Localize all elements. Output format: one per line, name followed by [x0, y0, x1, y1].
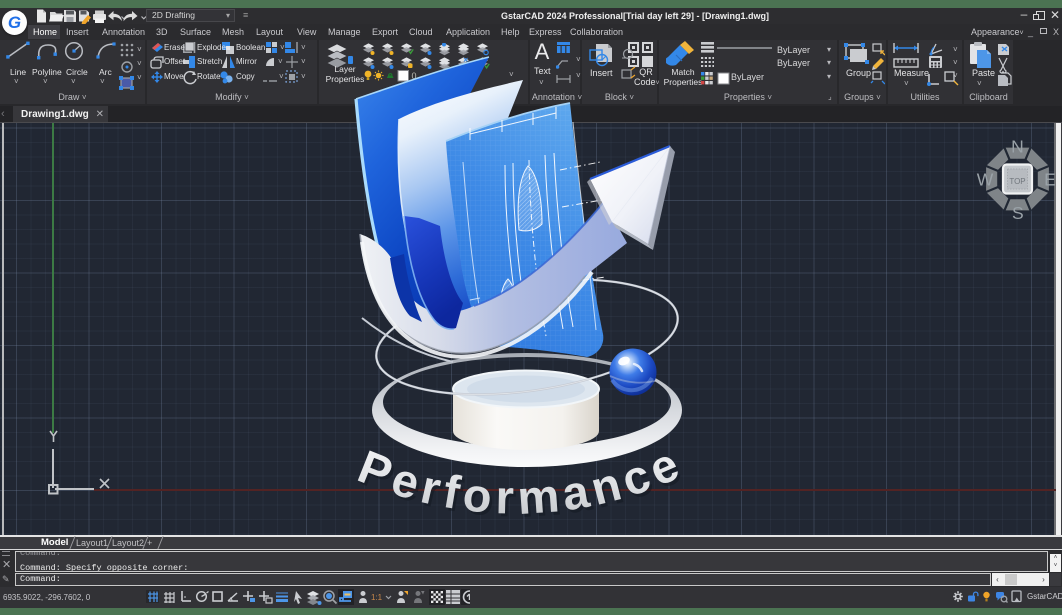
svg-text:W: W [977, 170, 994, 190]
svg-text:E: E [1044, 170, 1056, 190]
svg-text:TOP: TOP [1009, 177, 1025, 186]
svg-text:S: S [1012, 203, 1024, 223]
svg-text:N: N [1011, 137, 1024, 157]
svg-text:1:1: 1:1 [371, 593, 383, 602]
